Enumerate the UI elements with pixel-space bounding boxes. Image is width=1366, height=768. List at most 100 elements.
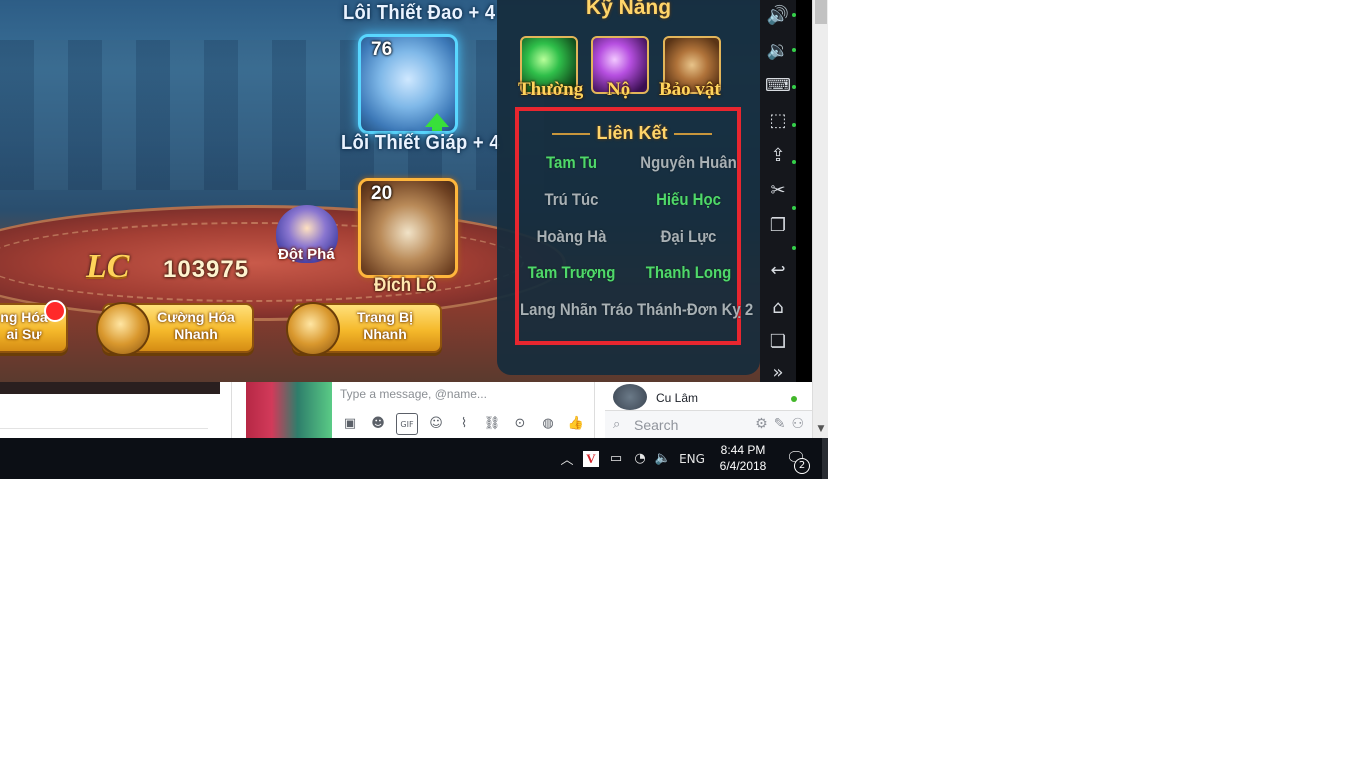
show-desktop-button[interactable]	[822, 438, 828, 479]
status-dot	[792, 48, 796, 52]
scroll-down-arrow-icon[interactable]: ▼	[813, 424, 828, 436]
lc-emblem: LC	[86, 248, 130, 285]
screenshot-region: Lôi Thiết Đao + 4 76 Lôi Thiết Giáp + 4 …	[0, 0, 828, 479]
game-viewport[interactable]: Lôi Thiết Đao + 4 76 Lôi Thiết Giáp + 4 …	[0, 0, 760, 382]
multi-window-icon[interactable]: ❐	[760, 210, 796, 240]
status-dot	[792, 206, 796, 210]
quick-enhance-button[interactable]: Cường Hóa Nhanh	[96, 302, 254, 356]
avatar[interactable]	[613, 384, 647, 410]
status-dot	[792, 85, 796, 89]
home-icon[interactable]: ⌂	[760, 292, 796, 322]
contact-name[interactable]: Cu Lâm	[656, 391, 698, 405]
attach-icon[interactable]: ⌇	[454, 413, 474, 433]
volume-icon[interactable]: 🔈	[652, 438, 674, 479]
scissors-icon[interactable]: ✂	[760, 175, 796, 205]
windows-taskbar: ︿ V ▭ ◔ 🔈 ENG 8:44 PM 6/4/2018 🗨 2	[0, 438, 828, 479]
like-icon[interactable]: 👍	[566, 413, 586, 433]
search-tools: ⚙ ✎ ⚇	[755, 416, 804, 432]
screen-record-icon[interactable]: ⬚	[760, 105, 796, 135]
button-label-line2: ai Sư	[6, 326, 42, 342]
fortress-wall-background	[0, 40, 560, 190]
link-item[interactable]: Nguyên Huân	[637, 153, 740, 173]
mount-level: 20	[371, 183, 393, 204]
skill-normal-label: Thường	[518, 79, 584, 100]
clock[interactable]: 8:44 PM 6/4/2018	[712, 442, 774, 474]
link-item[interactable]: Đại Lực	[637, 227, 740, 247]
button-label-line2: Nhanh	[363, 326, 407, 342]
clock-time: 8:44 PM	[720, 443, 766, 457]
breakthrough-label[interactable]: Đột Phá	[278, 246, 335, 263]
online-status-dot	[791, 396, 797, 402]
divider	[0, 428, 208, 429]
link-item[interactable]: Tam Trượng	[520, 263, 623, 283]
poll-icon[interactable]: ◍	[538, 413, 558, 433]
emulator-toolbar: 🔊 🔉 ⌨ ⬚ ⇪ ✂ ❐ ↩ ⌂ ❏ »	[760, 0, 796, 383]
scrollbar-thumb[interactable]	[815, 0, 827, 24]
gif-icon[interactable]: GIF	[396, 413, 418, 435]
skill-rage-label: Nộ	[607, 79, 631, 100]
mount-name: Đích Lô	[374, 275, 437, 296]
language-indicator[interactable]: ENG	[676, 438, 708, 479]
show-hidden-icons-icon[interactable]: ︿	[558, 438, 576, 479]
status-dot	[792, 246, 796, 250]
link-item[interactable]: Tam Tu	[520, 153, 623, 173]
back-icon[interactable]: ↩	[760, 255, 796, 285]
link-item[interactable]: Lang Nhãn Tráo	[520, 300, 633, 320]
link-item[interactable]: Thanh Long	[637, 263, 740, 283]
emoji-icon[interactable]: ☺	[426, 413, 446, 433]
link-item[interactable]: Thánh-Đơn Kỵ 2	[637, 300, 753, 320]
video-strip	[0, 382, 220, 394]
combat-power-value: 103975	[163, 256, 250, 283]
camera-icon[interactable]: ⊙	[510, 413, 530, 433]
wifi-icon[interactable]: ◔	[630, 438, 650, 479]
v-app-icon: V	[583, 450, 599, 467]
contacts-search[interactable]: ⌕ Search ⚙ ✎ ⚇	[605, 410, 812, 439]
volume-down-icon[interactable]: 🔉	[760, 35, 796, 65]
keyboard-mapping-icon[interactable]: ⌨	[760, 70, 796, 100]
status-dot	[792, 160, 796, 164]
page-scrollbar[interactable]: ▼	[812, 0, 828, 438]
composer-toolbar: ▣ ☻ GIF ☺ ⌇ ⛓ ⊙ ◍ 👍	[340, 413, 586, 435]
link-highlight-box: Liên Kết Tam Tu Nguyên Huân Trú Túc Hiếu…	[515, 107, 753, 345]
button-label-line2: Nhanh	[174, 326, 218, 342]
anvil-icon	[96, 302, 150, 356]
volume-up-icon[interactable]: 🔊	[760, 0, 796, 30]
links-title: Liên Kết	[519, 123, 745, 144]
armor-name: Lôi Thiết Giáp + 4	[341, 132, 500, 154]
status-dot	[792, 123, 796, 127]
quick-equip-button[interactable]: Trang Bị Nhanh	[286, 302, 442, 356]
sticker-icon[interactable]: ☻	[368, 413, 388, 433]
search-icon: ⌕	[613, 417, 621, 432]
gear-icon[interactable]: ⚙	[755, 416, 768, 432]
notification-count-badge: 2	[794, 458, 810, 474]
link-icon[interactable]: ⛓	[482, 413, 502, 433]
recent-apps-icon[interactable]: ❏	[760, 326, 796, 356]
button-label-line1: Trang Bị	[356, 309, 413, 325]
link-item[interactable]: Hiếu Học	[637, 190, 740, 210]
armor-slot[interactable]: 76	[358, 34, 458, 134]
armor-level: 76	[371, 39, 393, 60]
skill-panel-title: Kỹ Năng	[585, 0, 672, 19]
link-item[interactable]: Trú Túc	[520, 190, 623, 210]
compose-icon[interactable]: ✎	[774, 416, 786, 432]
swap-arrows-icon	[286, 302, 340, 356]
contacts-sidebar: Cu Lâm ⌕ Search ⚙ ✎ ⚇	[605, 382, 812, 439]
chat-thumbnail-image[interactable]	[246, 382, 332, 438]
status-dot	[792, 13, 796, 17]
image-icon[interactable]: ▣	[340, 413, 360, 433]
notification-dot	[44, 300, 66, 322]
skill-treasure-label: Bảo vật	[659, 79, 721, 100]
link-item[interactable]: Hoàng Hà	[520, 227, 623, 247]
mount-slot[interactable]: 20	[358, 178, 458, 278]
apk-install-icon[interactable]: ⇪	[760, 140, 796, 170]
clock-date: 6/4/2018	[719, 459, 767, 473]
upgrade-arrow-icon	[425, 113, 449, 131]
weapon-name: Lôi Thiết Đao + 4	[343, 2, 496, 24]
button-label-line1: Cường Hóa	[157, 309, 235, 325]
message-input[interactable]: Type a message, @name...	[340, 387, 487, 401]
search-input[interactable]: Search	[634, 417, 678, 433]
chat-composer: Type a message, @name... ▣ ☻ GIF ☺ ⌇ ⛓ ⊙…	[231, 382, 595, 438]
battery-icon[interactable]: ▭	[606, 438, 626, 479]
group-icon[interactable]: ⚇	[791, 416, 804, 432]
tray-app-v[interactable]: V	[582, 438, 600, 479]
